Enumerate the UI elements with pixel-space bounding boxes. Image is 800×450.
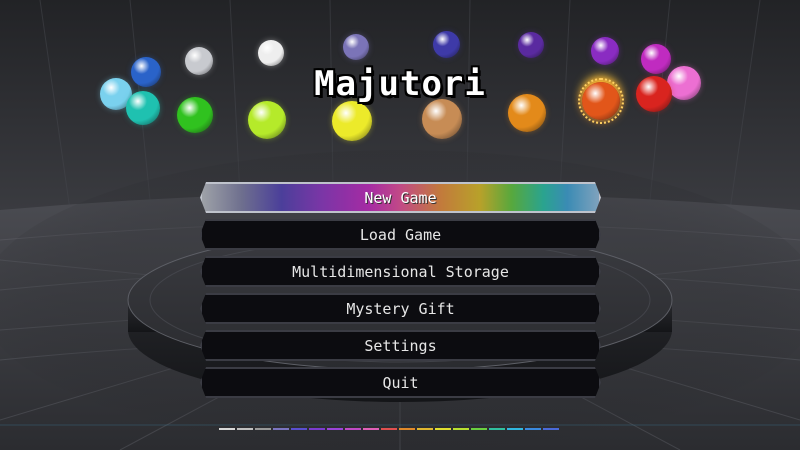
mystery-gift-button[interactable]: Mystery Gift (200, 293, 601, 324)
page-dot (417, 428, 433, 430)
new-game-button[interactable]: New Game (200, 182, 601, 213)
page-dot (273, 428, 289, 430)
purple-orb (591, 37, 619, 65)
white-orb (258, 40, 284, 66)
page-dot (507, 428, 523, 430)
violet-orb (518, 32, 544, 58)
lime-orb (248, 101, 286, 139)
page-dot (453, 428, 469, 430)
page-dot (237, 428, 253, 430)
settings-button[interactable]: Settings (200, 330, 601, 361)
page-dot (543, 428, 559, 430)
page-dot (381, 428, 397, 430)
page-dot (291, 428, 307, 430)
game-title: Majutori (314, 64, 486, 104)
bronze-orb (422, 99, 462, 139)
page-dot (327, 428, 343, 430)
load-game-button[interactable]: Load Game (200, 219, 601, 250)
lavender-orb (343, 34, 369, 60)
page-dot (435, 428, 451, 430)
quit-button[interactable]: Quit (200, 367, 601, 398)
yellow-orb (332, 101, 372, 141)
main-menu-scene: Majutori New Game Load Game Multidimensi… (0, 0, 800, 450)
page-dot (309, 428, 325, 430)
page-dot (399, 428, 415, 430)
page-dot (219, 428, 235, 430)
page-indicator (219, 428, 559, 430)
page-dot (363, 428, 379, 430)
page-dot (345, 428, 361, 430)
page-dot (471, 428, 487, 430)
page-dot (255, 428, 271, 430)
multidimensional-storage-button[interactable]: Multidimensional Storage (200, 256, 601, 287)
page-dot (489, 428, 505, 430)
page-dot (525, 428, 541, 430)
indigo-orb (433, 31, 460, 58)
